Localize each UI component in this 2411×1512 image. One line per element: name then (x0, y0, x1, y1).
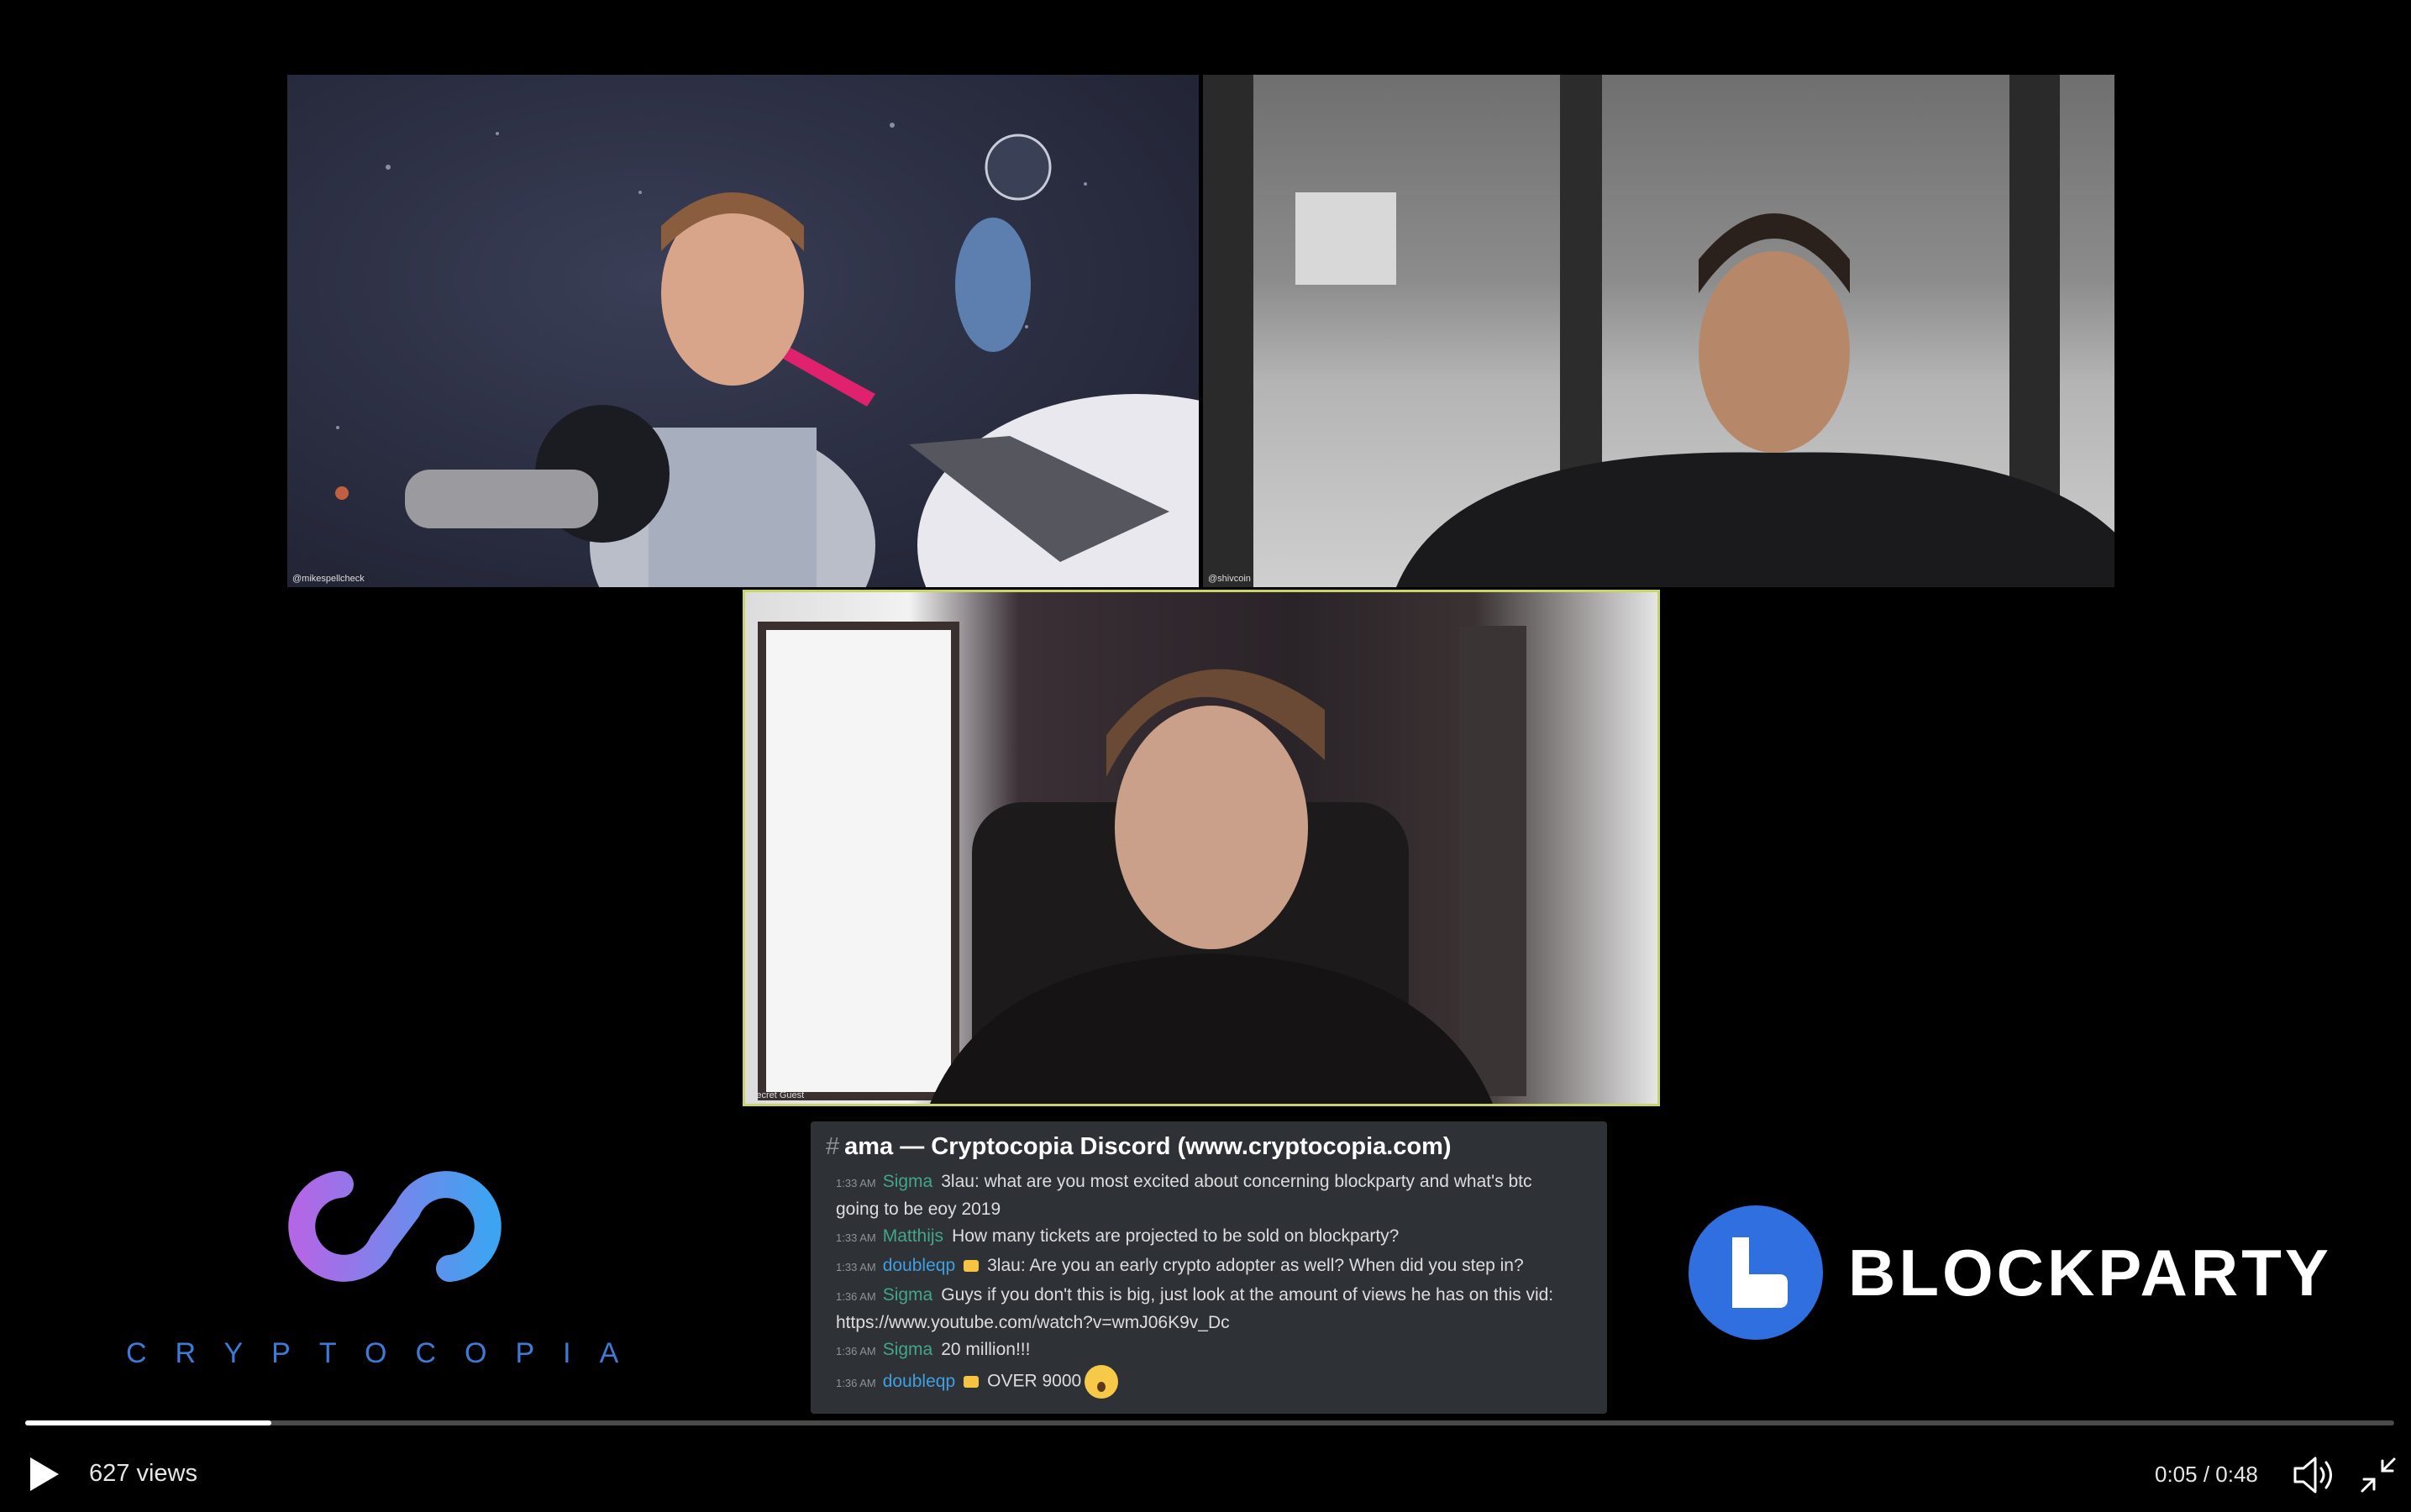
message-user: doubleqp (882, 1371, 956, 1391)
video-tile-host: @mikespellcheck (287, 75, 1199, 587)
chat-message: 1:33 AM Sigma 3lau: what are you most exci… (836, 1168, 1575, 1222)
message-user: doubleqp (882, 1256, 956, 1275)
chat-message: 1:33 AM Matthijs How many tickets are proj… (836, 1223, 1575, 1251)
message-time: 1:36 AM (836, 1376, 876, 1389)
hash-icon: # (826, 1133, 840, 1160)
channel-name: ama — Cryptocopia Discord (www.cryptocop… (844, 1133, 1452, 1160)
chat-message: 1:36 AM Sigma Guys if you don't this is bi… (836, 1282, 1575, 1336)
cryptocopia-wordmark: CRYPTOCOPIA (126, 1337, 648, 1369)
chat-message: 1:36 AM doubleqp OVER 9000 (836, 1365, 1575, 1399)
message-text: 3lau: what are you most excited about co… (836, 1172, 1532, 1219)
message-time: 1:36 AM (836, 1290, 876, 1303)
message-user: Matthijs (882, 1226, 944, 1246)
message-text: 3lau: Are you an early crypto adopter as… (987, 1256, 1524, 1275)
exit-fullscreen-icon[interactable] (2359, 1456, 2398, 1494)
message-user: Sigma (882, 1172, 933, 1191)
message-user: Sigma (882, 1340, 933, 1359)
video-tile-guest: @shivcoin (1203, 75, 2114, 587)
video-tile-speaker: Secret Guest (743, 590, 1660, 1106)
discord-chat-panel: # ama — Cryptocopia Discord (www.cryptoco… (811, 1121, 1607, 1414)
video-progress-fill (25, 1420, 272, 1425)
message-text: 20 million!!! (941, 1340, 1031, 1359)
message-user: Sigma (882, 1285, 933, 1305)
message-time: 1:33 AM (836, 1231, 876, 1244)
tile2-handle: @shivcoin (1208, 574, 1251, 584)
discord-channel-title: # ama — Cryptocopia Discord (www.cryptoco… (826, 1133, 1452, 1161)
message-time: 1:33 AM (836, 1177, 876, 1189)
message-text: OVER 9000 (987, 1371, 1082, 1391)
view-count: 627 views (89, 1460, 197, 1487)
message-time: 1:36 AM (836, 1345, 876, 1357)
message-time: 1:33 AM (836, 1261, 876, 1273)
blockparty-logo-icon (1689, 1205, 1823, 1340)
cryptocopia-logo-icon (288, 1171, 502, 1282)
user-badge-icon (964, 1376, 980, 1388)
tile1-handle: @mikespellcheck (292, 574, 365, 584)
tile1-scene (335, 123, 1199, 587)
message-text: Guys if you don't this is big, just look… (836, 1285, 1554, 1332)
message-text: How many tickets are projected to be sol… (952, 1226, 1400, 1246)
surprised-emoji-icon (1085, 1365, 1119, 1399)
video-progress-bar[interactable] (25, 1420, 2394, 1425)
volume-icon[interactable] (2292, 1453, 2339, 1497)
tile2-scene (1203, 75, 2114, 587)
blockparty-glyph-icon (1732, 1237, 1788, 1308)
tile3-handle: Secret Guest (750, 1090, 805, 1100)
user-badge-icon (964, 1260, 980, 1273)
tile3-scene (758, 622, 1526, 1104)
blockparty-wordmark: BLOCKPARTY (1848, 1236, 2332, 1310)
play-icon[interactable] (24, 1453, 64, 1495)
playback-time: 0:05 / 0:48 (2155, 1462, 2258, 1487)
chat-message: 1:33 AM doubleqp 3lau: Are you an early cr… (836, 1252, 1575, 1280)
chat-message: 1:36 AM Sigma 20 million!!! (836, 1336, 1575, 1364)
